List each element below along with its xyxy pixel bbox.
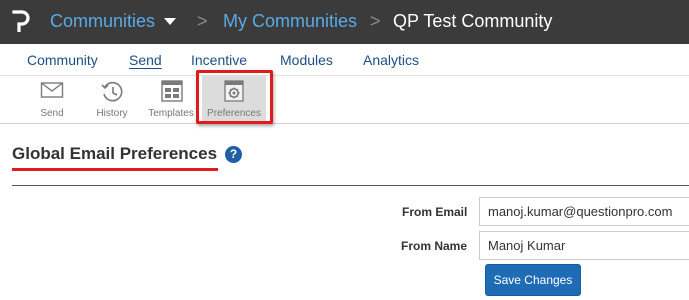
toolbar-templates-label: Templates [148, 108, 194, 119]
tab-modules[interactable]: Modules [280, 52, 333, 68]
toolbar-history-label: History [96, 108, 128, 119]
toolbar-send-button[interactable]: Send [30, 76, 74, 124]
section-divider [12, 185, 689, 186]
send-toolbar: Send History Templates Preferences [0, 76, 689, 124]
questionpro-logo-icon[interactable] [11, 9, 31, 35]
top-bar: Communities > My Communities > QP Test C… [0, 0, 689, 44]
title-highlight-underline [12, 168, 218, 171]
toolbar-send-label: Send [40, 108, 64, 119]
history-icon [101, 81, 123, 102]
help-icon[interactable]: ? [225, 146, 242, 163]
toolbar-templates-button[interactable]: Templates [146, 76, 196, 124]
tab-analytics[interactable]: Analytics [363, 52, 419, 68]
page-title: Global Email Preferences [12, 144, 218, 163]
breadcrumb-separator: > [370, 11, 381, 31]
from-name-label: From Name [401, 239, 468, 253]
from-email-field[interactable] [479, 197, 689, 226]
tab-send[interactable]: Send [129, 52, 162, 68]
breadcrumb-separator: > [197, 11, 208, 31]
tab-community[interactable]: Community [27, 52, 98, 68]
envelope-icon [40, 82, 64, 98]
tab-incentive[interactable]: Incentive [191, 52, 247, 68]
from-email-label: From Email [402, 205, 468, 219]
breadcrumb-my-communities[interactable]: My Communities [223, 10, 357, 32]
breadcrumb-current-community: QP Test Community [393, 11, 553, 31]
breadcrumb-communities[interactable]: Communities [50, 10, 155, 32]
preferences-highlight-box [196, 70, 273, 124]
tab-navigation: Community Send Incentive Modules Analyti… [0, 44, 689, 76]
chevron-down-icon[interactable] [164, 18, 176, 25]
save-changes-button[interactable]: Save Changes [485, 264, 581, 296]
templates-icon [161, 80, 183, 102]
from-name-field[interactable] [479, 231, 689, 260]
toolbar-history-button[interactable]: History [91, 76, 133, 124]
